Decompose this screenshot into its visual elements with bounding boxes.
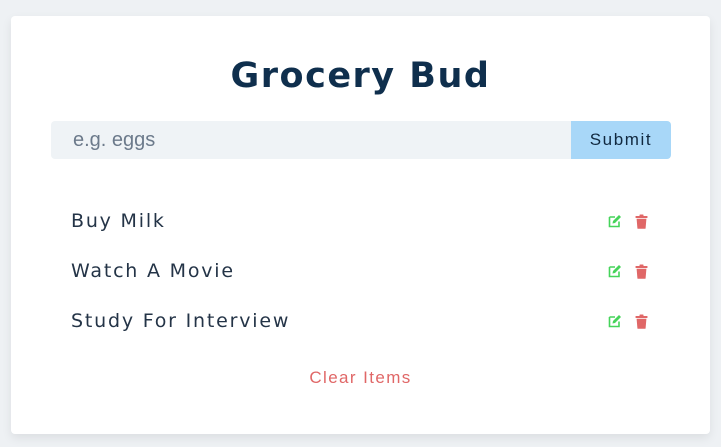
item-actions bbox=[607, 313, 649, 329]
trash-icon[interactable] bbox=[633, 313, 649, 329]
list-item: Watch A Movie bbox=[71, 246, 649, 296]
clear-items-container: Clear Items bbox=[11, 368, 710, 388]
item-label: Watch A Movie bbox=[71, 260, 235, 282]
submit-button[interactable]: Submit bbox=[571, 121, 671, 159]
edit-icon[interactable] bbox=[607, 213, 623, 229]
grocery-list: Buy Milk Watch A Movie Study For Intervi… bbox=[71, 196, 649, 346]
edit-icon[interactable] bbox=[607, 313, 623, 329]
page-title: Grocery Bud bbox=[230, 56, 491, 96]
grocery-form: Submit bbox=[51, 121, 671, 159]
item-actions bbox=[607, 213, 649, 229]
grocery-item-input[interactable] bbox=[51, 121, 571, 159]
item-label: Buy Milk bbox=[71, 210, 166, 232]
trash-icon[interactable] bbox=[633, 213, 649, 229]
edit-icon[interactable] bbox=[607, 263, 623, 279]
trash-icon[interactable] bbox=[633, 263, 649, 279]
item-label: Study For Interview bbox=[71, 310, 291, 332]
clear-items-button[interactable]: Clear Items bbox=[309, 368, 411, 387]
grocery-card: Grocery Bud Submit Buy Milk bbox=[11, 16, 710, 434]
list-item: Buy Milk bbox=[71, 196, 649, 246]
item-actions bbox=[607, 263, 649, 279]
list-item: Study For Interview bbox=[71, 296, 649, 346]
